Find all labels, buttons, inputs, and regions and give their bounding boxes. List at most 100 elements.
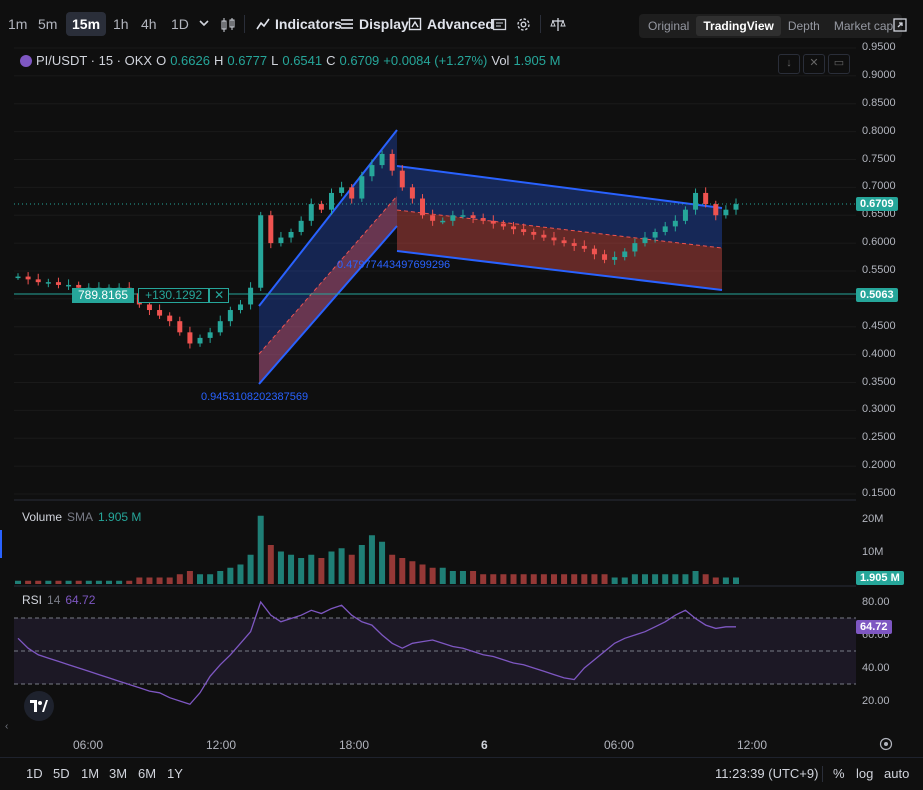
volume-bar	[338, 548, 345, 584]
tab-depth[interactable]: Depth	[781, 16, 827, 36]
candle-body	[227, 310, 233, 322]
indicators-icon	[256, 18, 270, 30]
open-key: O	[156, 53, 167, 68]
range-1m[interactable]: 1M	[81, 766, 99, 781]
compare-scale-icon[interactable]	[550, 17, 566, 35]
timeframe-1h[interactable]: 1h	[107, 12, 135, 36]
price-tick: 0.4500	[862, 319, 896, 332]
candle-body	[480, 218, 486, 221]
clock-timezone[interactable]: 11:23:39 (UTC+9)	[715, 766, 818, 781]
scroll-down-icon[interactable]: ↓	[778, 54, 800, 74]
volume-bar	[520, 574, 527, 584]
volume-bar	[308, 554, 315, 584]
candle-body	[511, 226, 517, 230]
screenshot-icon[interactable]	[492, 17, 507, 35]
range-3m[interactable]: 3M	[109, 766, 127, 781]
time-tick: 06:00	[73, 738, 104, 752]
volume-bar	[500, 574, 507, 584]
price-tick: 0.3500	[862, 375, 896, 388]
candle-body	[45, 282, 51, 284]
candle-body	[450, 215, 456, 221]
fullscreen-icon[interactable]	[893, 18, 907, 35]
log-toggle[interactable]: log	[856, 766, 873, 781]
timeframe-1d[interactable]: 1D	[165, 12, 195, 36]
candle-body	[359, 176, 365, 199]
volume-bar	[328, 551, 335, 584]
candle-type-icon[interactable]	[220, 17, 236, 36]
collapse-icon[interactable]: ✕	[803, 54, 825, 74]
position-close-button[interactable]: ✕	[209, 288, 230, 303]
symbol-label[interactable]: PI/USDT · 15 · OKX	[36, 53, 152, 68]
candle-body	[379, 153, 385, 166]
candle-body	[561, 240, 567, 244]
candle-body	[318, 204, 324, 210]
tradingview-logo-icon[interactable]	[24, 691, 54, 721]
time-tick: 12:00	[206, 738, 237, 752]
left-scroll-handle[interactable]	[0, 530, 2, 558]
up-channel-label: 0.9453108202387569	[201, 391, 309, 403]
volume-bar	[25, 580, 32, 584]
candle-body	[652, 231, 658, 238]
volume-bar	[237, 564, 244, 584]
candle-body	[693, 192, 699, 210]
candle-body	[420, 198, 426, 216]
indicators-button[interactable]: Indicators	[256, 12, 342, 36]
volume-bar	[641, 574, 648, 584]
rsi-value: 64.72	[65, 593, 96, 607]
scroll-left-icon[interactable]: ‹	[5, 721, 8, 732]
volume-bar	[227, 567, 234, 584]
volume-bar	[197, 574, 204, 584]
high-value: 0.6777	[227, 53, 268, 68]
candle-body	[167, 315, 173, 322]
candle-body	[490, 220, 496, 224]
candle-body	[349, 187, 355, 199]
go-to-realtime-icon[interactable]	[879, 737, 893, 754]
volume-bar	[136, 577, 143, 584]
settings-gear-icon[interactable]	[516, 17, 531, 35]
chart-canvas[interactable]	[14, 46, 856, 726]
position-price-badge: 0.5063	[856, 288, 898, 302]
display-button[interactable]: Display	[340, 12, 409, 36]
volume-bar	[126, 580, 133, 584]
percent-toggle[interactable]: %	[833, 766, 845, 781]
candle-body	[146, 304, 152, 311]
candle-body	[399, 170, 405, 188]
tab-tradingview[interactable]: TradingView	[696, 16, 781, 36]
volume-bar	[571, 574, 578, 584]
candle-body	[733, 204, 739, 210]
volume-bar	[288, 554, 295, 584]
volume-bar	[490, 574, 497, 584]
price-tick: 0.9500	[862, 41, 896, 53]
candle-body	[470, 215, 476, 219]
time-tick: 18:00	[339, 738, 370, 752]
volume-bar	[692, 571, 699, 584]
range-1y[interactable]: 1Y	[167, 766, 183, 781]
volume-sma-label: SMA	[67, 510, 94, 524]
chart-legend: PI/USDT · 15 · OKX O 0.6626 H 0.6777 L 0.65…	[20, 53, 560, 68]
volume-tick: 10M	[862, 546, 884, 558]
range-6m[interactable]: 6M	[138, 766, 156, 781]
restore-icon[interactable]: ▭	[828, 54, 850, 74]
candle-body	[298, 220, 304, 232]
timeframe-1m[interactable]: 1m	[2, 12, 33, 36]
volume-bar	[257, 515, 264, 584]
auto-toggle[interactable]: auto	[884, 766, 909, 781]
range-1d[interactable]: 1D	[26, 766, 43, 781]
price-tick: 0.5500	[862, 264, 896, 276]
candle-body	[713, 204, 719, 216]
range-5d[interactable]: 5D	[53, 766, 70, 781]
tab-original[interactable]: Original	[641, 16, 696, 36]
position-size[interactable]: 789.8165	[72, 288, 135, 303]
rsi-badge: 64.72	[856, 620, 892, 634]
volume-bar	[186, 571, 193, 584]
timeframe-15m[interactable]: 15m	[66, 12, 107, 36]
timeframe-4h[interactable]: 4h	[135, 12, 163, 36]
chevron-down-icon[interactable]	[198, 17, 210, 32]
position-tool[interactable]: 789.8165 +130.1292 ✕	[72, 288, 230, 303]
tab-market-cap[interactable]: Market cap	[827, 16, 900, 36]
candle-body	[662, 226, 668, 232]
advanced-button[interactable]: Advanced	[408, 12, 494, 36]
candle-body	[177, 321, 183, 333]
vol-value: 1.905 M	[513, 53, 561, 68]
timeframe-5m[interactable]: 5m	[32, 12, 63, 36]
